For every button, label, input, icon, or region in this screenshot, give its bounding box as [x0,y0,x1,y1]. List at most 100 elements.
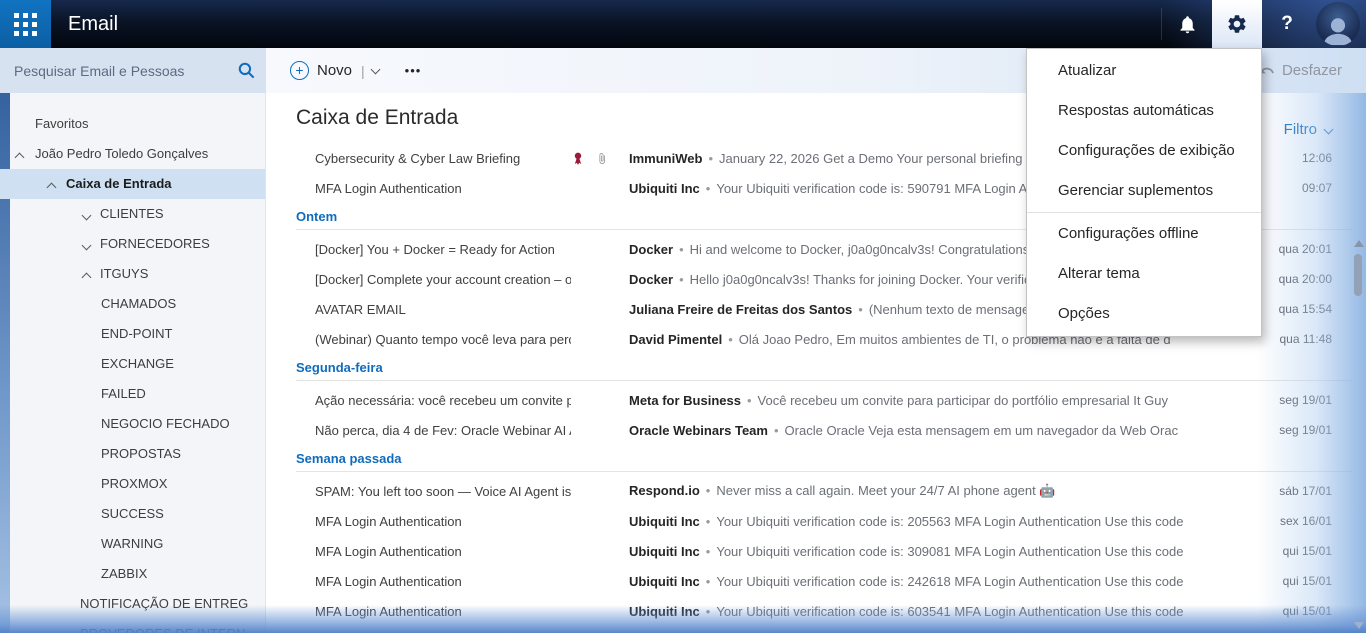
email-sender: Meta for Business [629,393,741,408]
folder-label: NOTIFICAÇÃO DE ENTREG [80,589,248,619]
menu-item-gerenciar-suplementos[interactable]: Gerenciar suplementos [1027,171,1261,211]
scroll-down-arrow[interactable] [1354,622,1364,629]
new-split-divider: | [361,63,365,79]
email-subject: [Docker] You + Docker = Ready for Action [315,242,571,257]
group-divider [296,471,1352,472]
email-subject: MFA Login Authentication [315,604,571,619]
chevron-up-icon[interactable] [15,153,25,163]
sidebar-item-failed[interactable]: FAILED [0,379,265,409]
sidebar-item-negocio-fechado[interactable]: NEGOCIO FECHADO [0,409,265,439]
email-row[interactable]: Não perca, dia 4 de Fev: Oracle Webinar … [266,415,1366,445]
sidebar-item-warning[interactable]: WARNING [0,529,265,559]
email-timestamp: seg 19/01 [1246,423,1332,437]
sidebar-item-success[interactable]: SUCCESS [0,499,265,529]
settings-button[interactable] [1212,0,1262,48]
separator-dot: • [708,151,713,166]
email-subject: MFA Login Authentication [315,514,571,529]
help-button[interactable]: ? [1262,0,1312,48]
folder-label: EXCHANGE [101,349,174,379]
email-subject: Não perca, dia 4 de Fev: Oracle Webinar … [315,423,571,438]
sidebar-item-provedores-de-intern[interactable]: PROVEDORES DE INTERN [0,619,265,633]
notifications-button[interactable] [1162,0,1212,48]
folder-label: WARNING [101,529,163,559]
chevron-up-icon[interactable] [47,183,57,193]
menu-item-respostas-autom-ticas[interactable]: Respostas automáticas [1027,91,1261,131]
folder-label: CLIENTES [100,199,164,229]
email-preview: (Nenhum texto de mensagem) [869,302,1045,317]
more-commands-button[interactable]: ••• [405,63,422,78]
email-sender: Ubiquiti Inc [629,604,700,619]
separator-dot: • [706,514,711,529]
email-subject: MFA Login Authentication [315,574,571,589]
email-meta: Ubiquiti Inc•Your Ubiquiti verification … [629,544,1246,559]
scrollbar-thumb[interactable] [1354,254,1362,296]
folder-label: ITGUYS [100,259,148,289]
menu-item-configura-es-offline[interactable]: Configurações offline [1027,214,1261,254]
email-row[interactable]: MFA Login Authentication Ubiquiti Inc•You… [266,566,1366,596]
sidebar-item-itguys[interactable]: ITGUYS [0,259,265,289]
email-sender: ImmuniWeb [629,151,702,166]
email-subject: MFA Login Authentication [315,544,571,559]
search-box [0,48,266,93]
menu-item-alterar-tema[interactable]: Alterar tema [1027,254,1261,294]
folder-label: Favoritos [35,109,88,139]
email-row[interactable]: MFA Login Authentication Ubiquiti Inc•You… [266,536,1366,566]
sidebar-item-notifica-o-de-entreg[interactable]: NOTIFICAÇÃO DE ENTREG [0,589,265,619]
folder-label: FAILED [101,379,146,409]
email-preview: Hi and welcome to Docker, j0a0g0ncalv3s!… [690,242,1030,257]
email-row[interactable]: MFA Login Authentication Ubiquiti Inc • You… [266,506,1366,536]
email-preview: Your Ubiquiti verification code is: 2055… [716,514,1183,529]
email-row[interactable]: SPAM: You left too soon — Voice AI Agent… [266,476,1366,506]
folder-label: ZABBIX [101,559,147,589]
search-input[interactable] [12,62,226,80]
sidebar-item-jo-o-pedro-toledo-gon-alves[interactable]: João Pedro Toledo Gonçalves [0,139,265,169]
email-row[interactable]: MFA Login AuthenticationUbiquiti Inc•You… [266,596,1366,626]
undo-button[interactable]: Desfazer [1258,48,1342,93]
sidebar-item-exchange[interactable]: EXCHANGE [0,349,265,379]
email-meta: Ubiquiti Inc • Your Ubiquiti verification … [629,514,1246,529]
separator-dot: • [706,544,711,559]
email-row[interactable]: Cybersecurity & Cyber Law BriefingImmuni… [266,626,1366,633]
sidebar-item-chamados[interactable]: CHAMADOS [0,289,265,319]
chevron-down-icon[interactable] [82,241,92,251]
scroll-up-arrow[interactable] [1354,240,1364,247]
email-subject: MFA Login Authentication [315,181,571,196]
sidebar-item-proxmox[interactable]: PROXMOX [0,469,265,499]
email-timestamp: seg 19/01 [1246,393,1332,407]
menu-item-configura-es-de-exibi-o[interactable]: Configurações de exibição [1027,131,1261,171]
sidebar-item-favoritos[interactable]: Favoritos [0,109,265,139]
filter-button[interactable]: Filtro [1284,121,1340,138]
email-subject: AVATAR EMAIL [315,302,571,317]
sidebar-item-fornecedores[interactable]: FORNECEDORES [0,229,265,259]
settings-menu: AtualizarRespostas automáticasConfiguraç… [1026,48,1262,337]
folder-label: CHAMADOS [101,289,176,319]
new-message-button[interactable]: + Novo | [290,61,379,80]
email-flag-icons [571,151,629,166]
sidebar-item-zabbix[interactable]: ZABBIX [0,559,265,589]
sidebar-item-end-point[interactable]: END-POINT [0,319,265,349]
sidebar-item-clientes[interactable]: CLIENTES [0,199,265,229]
email-row[interactable]: Ação necessária: você recebeu um convite… [266,385,1366,415]
separator-dot: • [747,393,752,408]
vertical-scrollbar[interactable] [1352,238,1364,631]
search-submit-button[interactable] [226,61,266,80]
sidebar-item-caixa-de-entrada[interactable]: Caixa de Entrada [0,169,265,199]
email-sender: Ubiquiti Inc [629,514,700,529]
email-subject: [Docker] Complete your account creation … [315,272,571,287]
separator-dot: • [706,574,711,589]
sidebar-item-propostas[interactable]: PROPOSTAS [0,439,265,469]
email-preview: Never miss a call again. Meet your 24/7 … [716,483,1055,498]
profile-avatar[interactable] [1316,2,1360,46]
email-preview: Hello j0a0g0ncalv3s! Thanks for joining … [690,272,1059,287]
chevron-down-icon [1324,125,1334,135]
menu-item-atualizar[interactable]: Atualizar [1027,51,1261,91]
chevron-down-icon[interactable] [82,211,92,221]
folder-label: PROXMOX [101,469,167,499]
app-launcher-button[interactable] [0,0,51,48]
menu-item-op-es[interactable]: Opções [1027,294,1261,334]
email-meta: Ubiquiti Inc•Your Ubiquiti verification … [629,574,1246,589]
top-bar: Email ? [0,0,1366,48]
email-timestamp: qui 15/01 [1246,604,1332,618]
folder-label: PROVEDORES DE INTERN [80,619,245,633]
chevron-up-icon[interactable] [82,273,92,283]
